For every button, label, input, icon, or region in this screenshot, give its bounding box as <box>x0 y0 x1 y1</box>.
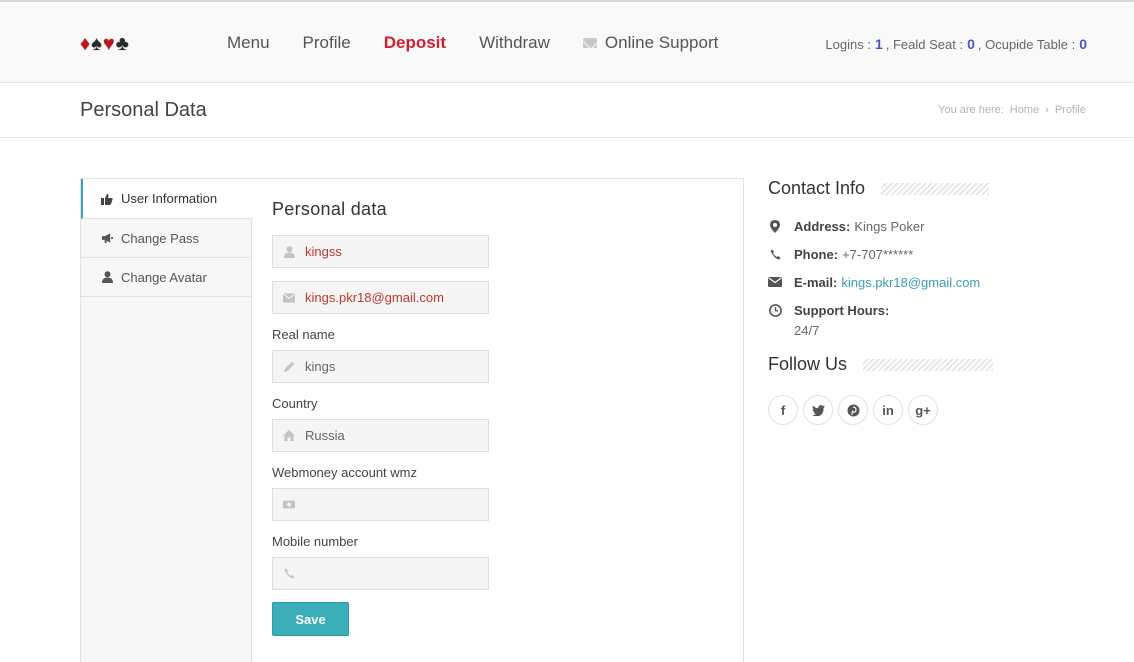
hours-value: 24/7 <box>794 323 820 338</box>
envelope-icon <box>283 292 295 304</box>
contact-info-heading: Contact Info <box>768 178 1008 199</box>
diamond-icon: ♦ <box>80 33 91 55</box>
nav-profile[interactable]: Profile <box>303 32 351 54</box>
profile-panel: User Information Change Pass Change Avat… <box>80 178 744 662</box>
phone-icon <box>283 568 295 580</box>
player-stats: Logins : 1 , Feald Seat : 0 , Ocupide Ta… <box>825 36 1090 52</box>
email-label: E-mail: <box>794 275 838 290</box>
nav-online-support-label: Online Support <box>604 33 719 52</box>
country-label: Country <box>272 396 318 411</box>
tab-change-pass-label: Change Pass <box>121 230 200 246</box>
home-icon <box>283 430 295 442</box>
address-label: Address: <box>794 219 851 234</box>
country-field[interactable] <box>272 419 489 452</box>
mobile-label: Mobile number <box>272 534 358 549</box>
page-title: Personal Data <box>80 99 207 121</box>
google-plus-icon[interactable]: g+ <box>908 395 938 425</box>
feald-seat-label: , Feald Seat : <box>885 36 964 52</box>
nav-withdraw[interactable]: Withdraw <box>479 32 550 54</box>
contact-email: E-mail: kings.pkr18@gmail.com <box>768 275 1008 291</box>
user-icon <box>101 271 113 283</box>
twitter-icon[interactable] <box>803 395 833 425</box>
logo[interactable]: ♦ ♠ ♥ ♣ <box>80 33 129 55</box>
contact-hours: Support Hours: 24/7 <box>768 303 1008 339</box>
page-header: Personal Data You are here: Home › Profi… <box>0 83 1134 138</box>
heading-decoration <box>881 182 990 195</box>
thumbs-up-icon <box>101 193 113 205</box>
tab-user-information[interactable]: User Information <box>81 179 253 219</box>
contact-info-list: Address: Kings Poker Phone: +7-707****** E… <box>768 219 1008 339</box>
main-nav: Menu Profile Deposit Withdraw Online Sup… <box>227 32 751 54</box>
personal-data-form: Personal data Real name Country <box>272 179 732 636</box>
email-link[interactable]: kings.pkr18@gmail.com <box>841 275 980 290</box>
pencil-icon <box>283 361 295 373</box>
pinterest-icon[interactable] <box>838 395 868 425</box>
clock-icon <box>768 303 782 317</box>
contact-sidebar: Contact Info Address: Kings Poker Phone: +… <box>768 178 1008 425</box>
address-value: Kings Poker <box>854 219 925 234</box>
country-input[interactable] <box>305 428 485 443</box>
tab-change-avatar-label: Change Avatar <box>121 269 207 285</box>
profile-sidebar: User Information Change Pass Change Avat… <box>81 179 253 662</box>
breadcrumb-separator: › <box>1045 104 1049 116</box>
tab-change-avatar[interactable]: Change Avatar <box>81 258 251 297</box>
megaphone-icon <box>101 232 113 244</box>
email-field[interactable] <box>272 281 489 314</box>
envelope-icon <box>582 38 597 48</box>
heading-decoration <box>863 358 994 371</box>
real-name-input[interactable] <box>305 359 485 374</box>
tab-user-information-label: User Information <box>121 191 218 206</box>
nav-online-support[interactable]: Online Support <box>582 32 719 54</box>
heart-icon: ♥ <box>102 33 115 55</box>
money-icon <box>283 499 295 511</box>
username-field[interactable] <box>272 235 489 268</box>
breadcrumb-home[interactable]: Home <box>1010 104 1039 116</box>
ocupide-table-label: , Ocupide Table : <box>977 36 1076 52</box>
mobile-field[interactable] <box>272 557 489 590</box>
save-button[interactable]: Save <box>272 602 349 636</box>
webmoney-field[interactable] <box>272 488 489 521</box>
ocupide-table-value: 0 <box>1079 36 1087 52</box>
spade-icon: ♠ <box>91 33 102 55</box>
username-input[interactable] <box>305 244 485 259</box>
envelope-icon <box>768 275 782 289</box>
feald-seat-value: 0 <box>967 36 975 52</box>
contact-info-title: Contact Info <box>768 178 866 198</box>
logins-value: 1 <box>874 36 883 52</box>
follow-us-heading: Follow Us <box>768 354 1008 375</box>
follow-us-title: Follow Us <box>768 354 848 374</box>
email-input[interactable] <box>305 290 485 305</box>
form-title: Personal data <box>272 199 387 219</box>
contact-address: Address: Kings Poker <box>768 219 1008 235</box>
club-icon: ♣ <box>115 33 129 55</box>
hours-label: Support Hours: <box>794 303 890 318</box>
contact-phone: Phone: +7-707****** <box>768 247 1008 263</box>
breadcrumb: You are here: Home › Profile <box>938 104 1086 116</box>
phone-label: Phone: <box>794 247 839 262</box>
top-navbar: ♦ ♠ ♥ ♣ Menu Profile Deposit Withdraw On… <box>0 0 1134 83</box>
user-icon <box>283 245 295 258</box>
phone-value: +7-707****** <box>842 247 914 262</box>
social-links: f in g+ <box>768 395 1008 425</box>
nav-deposit[interactable]: Deposit <box>384 32 446 54</box>
map-marker-icon <box>768 219 782 233</box>
real-name-label: Real name <box>272 327 335 342</box>
nav-menu[interactable]: Menu <box>227 32 270 54</box>
webmoney-label: Webmoney account wmz <box>272 465 417 480</box>
breadcrumb-current: Profile <box>1054 104 1086 116</box>
logins-label: Logins : <box>825 36 871 52</box>
breadcrumb-prefix: You are here: <box>938 104 1004 116</box>
mobile-input[interactable] <box>305 566 485 581</box>
real-name-field[interactable] <box>272 350 489 383</box>
tab-change-pass[interactable]: Change Pass <box>81 219 251 258</box>
phone-icon <box>768 247 782 261</box>
linkedin-icon[interactable]: in <box>873 395 903 425</box>
webmoney-input[interactable] <box>305 497 485 512</box>
facebook-icon[interactable]: f <box>768 395 798 425</box>
